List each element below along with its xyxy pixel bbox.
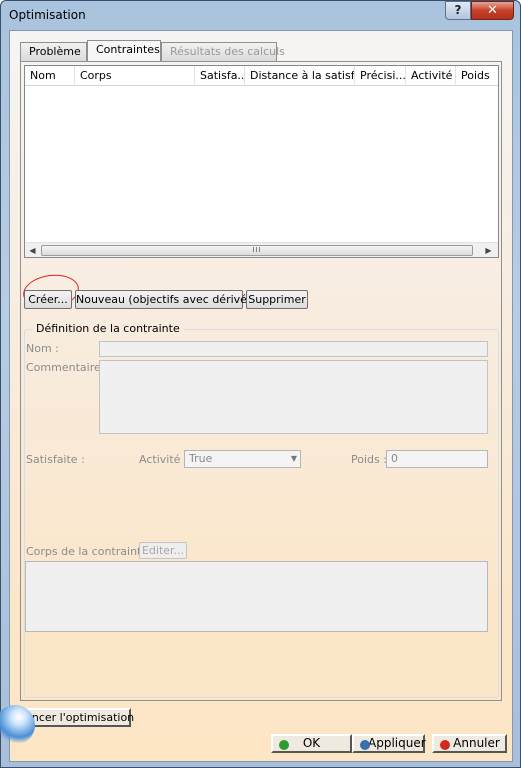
column-header-corps[interactable]: Corps	[75, 66, 195, 86]
optimisation-window: Optimisation ? ✕ Problème Contraintes Ré…	[0, 0, 521, 768]
constraint-definition-group: Définition de la contrainte Nom : Commen…	[24, 322, 499, 698]
activity-label: Activité :	[139, 453, 188, 466]
scroll-thumb[interactable]: III	[41, 245, 473, 256]
weight-field[interactable]: 0	[386, 450, 488, 468]
apply-button[interactable]: Appliquer	[352, 734, 426, 753]
table-header: Nom Corps Satisfa... Distance à la satis…	[25, 66, 498, 86]
contraintes-panel: Nom Corps Satisfa... Distance à la satis…	[20, 61, 502, 701]
constraints-table[interactable]: Nom Corps Satisfa... Distance à la satis…	[24, 65, 499, 258]
tab-contraintes[interactable]: Contraintes	[87, 40, 161, 61]
create-button[interactable]: Créer...	[24, 290, 72, 309]
red-dot-icon	[440, 740, 450, 750]
column-header-distance[interactable]: Distance à la satisf...	[245, 66, 355, 86]
column-header-satisfaite[interactable]: Satisfa...	[195, 66, 245, 86]
body-label: Corps de la contrainte :	[26, 545, 156, 558]
satisfied-label: Satisfaite :	[26, 453, 85, 466]
tab-probleme[interactable]: Problème	[20, 42, 87, 61]
scroll-right-arrow-icon[interactable]: ▶	[481, 244, 496, 257]
blue-dot-icon	[360, 740, 370, 750]
name-label: Nom :	[26, 342, 59, 355]
ok-button[interactable]: OK	[271, 734, 352, 753]
column-header-nom[interactable]: Nom	[25, 66, 75, 86]
tab-resultats-des-calculs[interactable]: Résultats des calculs	[161, 42, 285, 61]
column-header-activite[interactable]: Activité	[406, 66, 456, 86]
activity-value: True	[189, 452, 213, 465]
delete-button[interactable]: Supprimer	[246, 290, 308, 309]
comment-field[interactable]	[99, 360, 488, 434]
constraint-body-field[interactable]	[25, 561, 488, 632]
horizontal-scrollbar[interactable]: ◀ III ▶	[25, 242, 498, 257]
ok-label: OK	[302, 736, 321, 750]
new-derivatives-button[interactable]: Nouveau (objectifs avec dérivées)	[75, 290, 264, 309]
window-title: Optimisation	[9, 8, 86, 22]
column-header-precision[interactable]: Précisi...	[355, 66, 406, 86]
dialog-client-area: Problème Contraintes Résultats des calcu…	[9, 30, 513, 762]
title-bar[interactable]: Optimisation ? ✕	[1, 1, 520, 29]
weight-label: Poids :	[351, 453, 387, 466]
edit-button[interactable]: Editer...	[139, 542, 187, 559]
help-button[interactable]: ?	[445, 1, 471, 20]
scroll-left-arrow-icon[interactable]: ◀	[25, 244, 40, 257]
column-header-poids[interactable]: Poids	[456, 66, 498, 86]
close-button[interactable]: ✕	[471, 1, 514, 20]
apply-label: Appliquer	[368, 736, 426, 750]
group-title: Définition de la contrainte	[33, 322, 183, 335]
green-dot-icon	[279, 740, 289, 750]
weight-value: 0	[391, 452, 398, 465]
comment-label: Commentaire :	[26, 361, 108, 374]
cancel-button[interactable]: Annuler	[432, 734, 507, 753]
cancel-label: Annuler	[453, 736, 500, 750]
activity-select[interactable]: True ▼	[184, 450, 301, 468]
name-field[interactable]	[99, 341, 488, 357]
chevron-down-icon: ▼	[290, 454, 297, 463]
